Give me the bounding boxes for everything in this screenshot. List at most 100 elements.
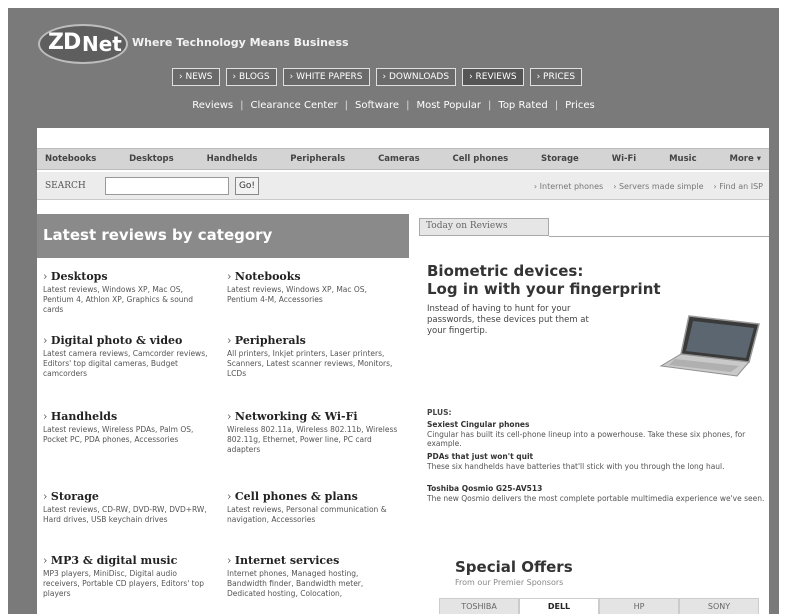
plus-item[interactable]: Sexiest Cingular phones Cingular has bui… <box>427 420 767 449</box>
category-description[interactable]: Latest reviews, Windows XP, Mac OS, Pent… <box>227 285 399 305</box>
category-link[interactable]: Storage <box>43 490 215 503</box>
category-cell-phones[interactable]: Cell phones <box>453 154 509 164</box>
subnav-prices[interactable]: Prices <box>565 100 595 111</box>
category-peripherals[interactable]: Peripherals <box>290 154 345 164</box>
category-handhelds[interactable]: Handhelds <box>207 154 258 164</box>
subnav-most-popular[interactable]: Most Popular <box>416 100 481 111</box>
category-link[interactable]: Desktops <box>43 270 215 283</box>
plus-item[interactable]: Toshiba Qosmio G25-AV513 The new Qosmio … <box>427 484 767 503</box>
review-category-networking-wifi: Networking & Wi-Fi Wireless 802.11a, Wir… <box>227 410 399 455</box>
search-row: SEARCH Go! Internet phones Servers made … <box>37 172 769 200</box>
review-category-mp3-digital-music: MP3 & digital music MP3 players, MiniDis… <box>43 554 215 599</box>
category-storage[interactable]: Storage <box>541 154 579 164</box>
category-link[interactable]: Notebooks <box>227 270 399 283</box>
nav-prices[interactable]: › PRICES <box>529 68 583 86</box>
plus-item[interactable]: PDAs that just won't quit These six hand… <box>427 452 767 471</box>
subnav-clearance-center[interactable]: Clearance Center <box>251 100 338 111</box>
review-category-digital-photo-video: Digital photo & video Latest camera revi… <box>43 334 215 379</box>
review-category-storage: Storage Latest reviews, CD-RW, DVD-RW, D… <box>43 490 215 525</box>
category-description[interactable]: Latest reviews, Personal communication &… <box>227 505 399 525</box>
nav-news[interactable]: › NEWS <box>172 68 220 86</box>
laptop-image[interactable] <box>655 310 765 390</box>
category-music[interactable]: Music <box>669 154 697 164</box>
review-category-notebooks: Notebooks Latest reviews, Windows XP, Ma… <box>227 270 399 305</box>
latest-reviews-title: Latest reviews by category <box>43 226 273 244</box>
top-nav: › NEWS › BLOGS › WHITE PAPERS › DOWNLOAD… <box>172 68 583 86</box>
logo-zd-text: ZD <box>48 30 81 55</box>
review-category-cell-phones-plans: Cell phones & plans Latest reviews, Pers… <box>227 490 399 525</box>
subnav-separator: | <box>344 100 348 111</box>
feature-intro: Instead of having to hunt for your passw… <box>427 304 589 336</box>
quicklink-find-an-isp[interactable]: Find an ISP <box>714 182 763 191</box>
subnav-separator: | <box>488 100 492 111</box>
category-notebooks[interactable]: Notebooks <box>45 154 96 164</box>
feature-headline[interactable]: Biometric devices: Log in with your fing… <box>427 262 767 298</box>
category-description[interactable]: Latest reviews, CD-RW, DVD-RW, DVD+RW, H… <box>43 505 215 525</box>
nav-blogs[interactable]: › BLOGS <box>225 68 277 86</box>
category-link[interactable]: Cell phones & plans <box>227 490 399 503</box>
logo-net-text: Net <box>82 32 122 56</box>
subnav-software[interactable]: Software <box>355 100 399 111</box>
plus-item-text: The new Qosmio delivers the most complet… <box>427 493 765 503</box>
divider <box>549 236 769 237</box>
sub-nav: Reviews | Clearance Center | Software | Most P… <box>8 100 779 111</box>
offer-tab-hp[interactable]: HP <box>599 598 679 614</box>
nav-downloads[interactable]: › DOWNLOADS <box>375 68 457 86</box>
headline-line-1: Biometric devices: <box>427 262 584 280</box>
today-on-reviews-tab[interactable]: Today on Reviews <box>419 218 549 236</box>
today-on-reviews-column: Today on Reviews Biometric devices: Log … <box>419 200 769 614</box>
main-panel: Notebooks Desktops Handhelds Peripherals… <box>37 128 769 614</box>
subnav-separator: | <box>406 100 410 111</box>
plus-item-title[interactable]: Sexiest Cingular phones <box>427 420 529 429</box>
category-description[interactable]: Latest camera reviews, Camcorder reviews… <box>43 349 215 379</box>
subnav-separator: | <box>554 100 559 111</box>
offer-tab-sony[interactable]: SONY <box>679 598 759 614</box>
category-link[interactable]: Handhelds <box>43 410 215 423</box>
special-offers-title: Special Offers <box>455 558 573 576</box>
category-wifi[interactable]: Wi-Fi <box>612 154 637 164</box>
plus-item-title[interactable]: Toshiba Qosmio G25-AV513 <box>427 484 542 493</box>
category-description[interactable]: Latest reviews, Windows XP, Mac OS, Pent… <box>43 285 215 315</box>
plus-item-text: These six handhelds have batteries that'… <box>427 461 725 471</box>
category-description[interactable]: Latest reviews, Wireless PDAs, Palm OS, … <box>43 425 215 445</box>
search-label: SEARCH <box>45 181 86 191</box>
category-cameras[interactable]: Cameras <box>378 154 420 164</box>
category-link[interactable]: Peripherals <box>227 334 399 347</box>
offer-tabs: TOSHIBA DELL HP SONY <box>439 598 759 614</box>
special-offers-subtitle: From our Premier Sponsors <box>455 578 564 587</box>
review-category-desktops: Desktops Latest reviews, Windows XP, Mac… <box>43 270 215 315</box>
offer-tab-toshiba[interactable]: TOSHIBA <box>439 598 519 614</box>
subnav-top-rated[interactable]: Top Rated <box>498 100 547 111</box>
plus-label: PLUS: <box>427 408 452 417</box>
offer-tab-dell[interactable]: DELL <box>519 598 599 614</box>
nav-white-papers[interactable]: › WHITE PAPERS <box>282 68 370 86</box>
search-go-button[interactable]: Go! <box>235 177 259 195</box>
category-description[interactable]: MP3 players, MiniDisc, Digital audio rec… <box>43 569 215 599</box>
nav-reviews[interactable]: › REVIEWS <box>462 68 524 86</box>
category-bar: Notebooks Desktops Handhelds Peripherals… <box>37 148 769 170</box>
review-category-handhelds: Handhelds Latest reviews, Wireless PDAs,… <box>43 410 215 445</box>
plus-item-text: Cingular has built its cell-phone lineup… <box>427 429 746 449</box>
category-more-dropdown[interactable]: More ▾ <box>729 154 760 164</box>
category-description[interactable]: Wireless 802.11a, Wireless 802.11b, Wire… <box>227 425 399 455</box>
category-link[interactable]: Digital photo & video <box>43 334 215 347</box>
quicklink-internet-phones[interactable]: Internet phones <box>534 182 604 191</box>
page-frame: ZD Net Where Technology Means Business ›… <box>8 8 779 614</box>
category-description[interactable]: All printers, Inkjet printers, Laser pri… <box>227 349 399 379</box>
category-desktops[interactable]: Desktops <box>129 154 174 164</box>
search-input[interactable] <box>105 177 229 195</box>
subnav-separator: | <box>240 100 244 111</box>
category-link[interactable]: Networking & Wi-Fi <box>227 410 399 423</box>
category-description[interactable]: Internet phones, Managed hosting, Bandwi… <box>227 569 399 599</box>
category-link[interactable]: Internet services <box>227 554 399 567</box>
tagline: Where Technology Means Business <box>132 36 349 49</box>
zdnet-logo[interactable]: ZD Net <box>38 22 130 66</box>
quicklink-servers-made-simple[interactable]: Servers made simple <box>613 182 704 191</box>
quick-links: Internet phones Servers made simple Find… <box>534 182 763 191</box>
headline-line-2: Log in with your fingerprint <box>427 280 661 298</box>
subnav-reviews[interactable]: Reviews <box>192 100 233 111</box>
latest-reviews-column: Latest reviews by category Desktops Late… <box>37 214 409 614</box>
plus-item-title[interactable]: PDAs that just won't quit <box>427 452 533 461</box>
review-category-peripherals: Peripherals All printers, Inkjet printer… <box>227 334 399 379</box>
category-link[interactable]: MP3 & digital music <box>43 554 215 567</box>
